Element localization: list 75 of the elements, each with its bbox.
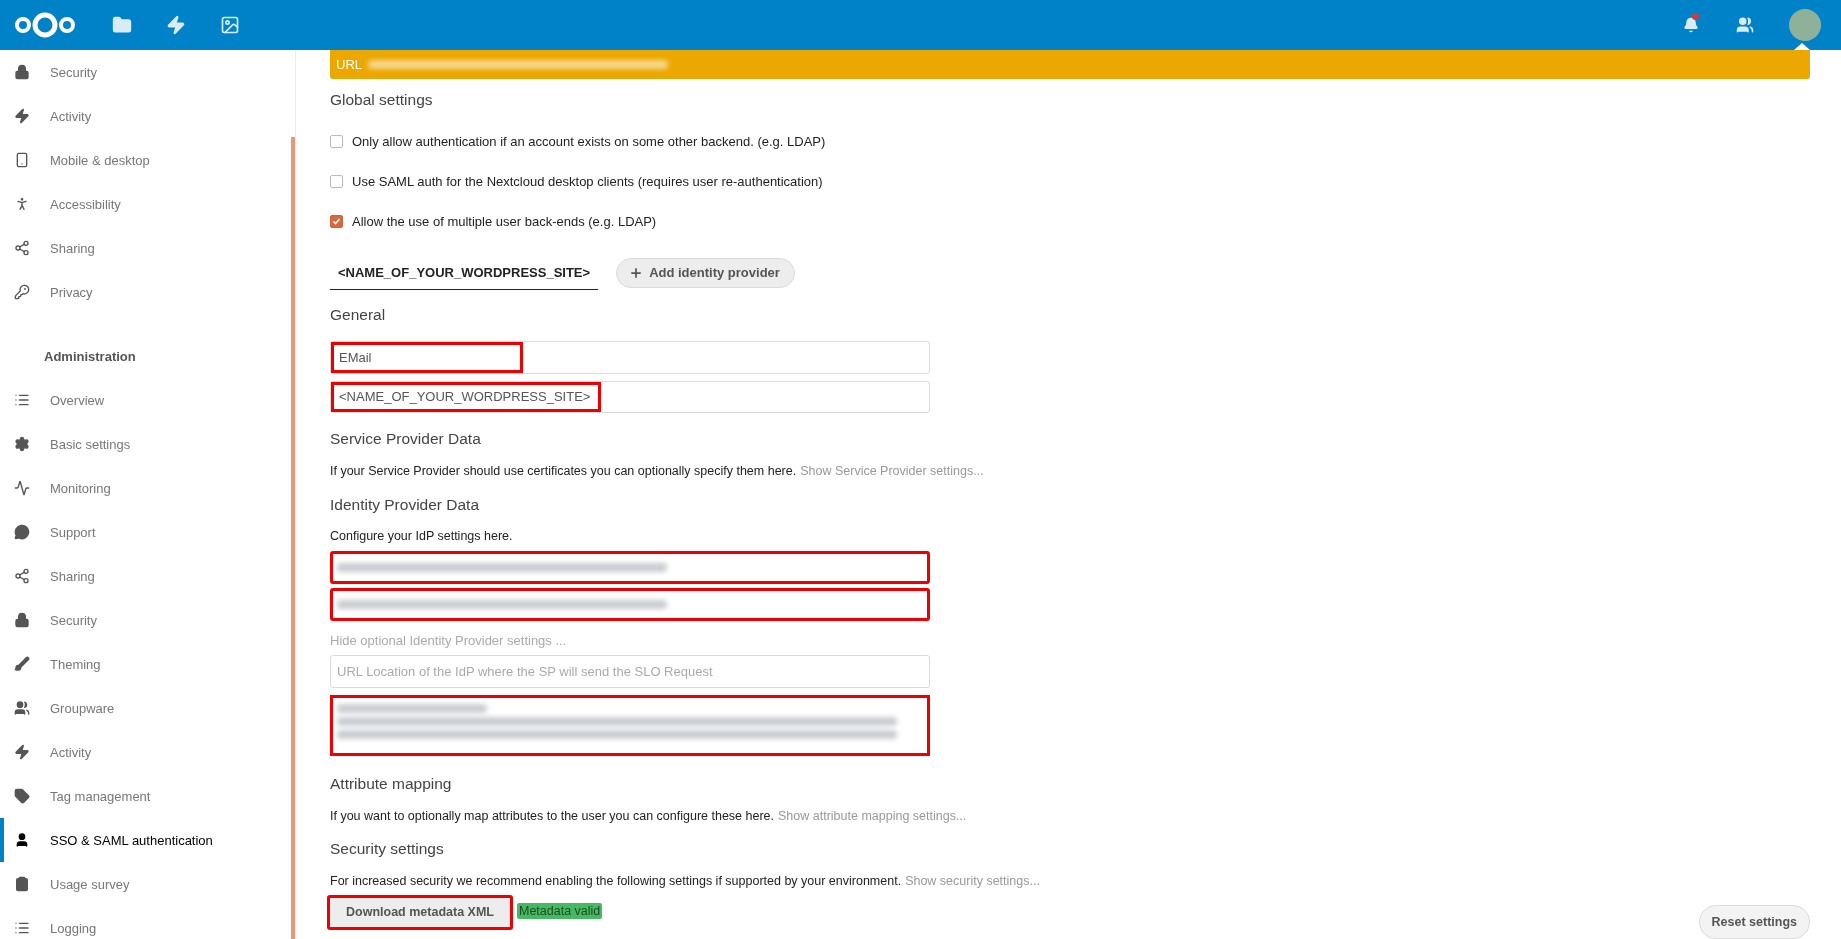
sidebar-item[interactable]: Theming [0,642,295,686]
checkbox[interactable] [330,175,343,189]
checkbox[interactable] [330,215,343,229]
sidebar-item[interactable]: Groupware [0,686,295,730]
check-icon [332,217,341,227]
key-icon [14,284,30,300]
clipboard-icon [14,876,30,892]
share-icon [14,240,30,256]
section-heading: Identity Provider Data [330,496,480,515]
speech-bubble-icon [14,524,30,540]
tag-icon [14,788,30,804]
checkbox[interactable] [330,135,343,149]
sidebar-item[interactable]: Overview [0,378,295,422]
sidebar-item[interactable]: Support [0,510,295,554]
text-area[interactable] [330,694,930,757]
checkbox-label: Only allow authentication if an account exists on some other backend. (e.g. LDAP) [352,134,826,150]
scroll-bar[interactable] [291,137,295,939]
sidebar-item[interactable]: Activity [0,94,295,138]
checkbox-label: Allow the use of multiple user back-ends (e.g. LDAP) [352,214,657,230]
input-field[interactable]: EMail [330,340,930,374]
logo[interactable] [14,11,76,39]
add-provider-button[interactable]: Add identity provider [616,257,795,288]
status-badge: Metadata valid [517,903,603,919]
sidebar-item[interactable]: Security [0,598,295,642]
description-text: If your Service Provider should use certificates you can optionally specify them here. Show Service Provider settings... [330,463,985,481]
sidebar-item[interactable]: Tag management [0,774,295,818]
settings-icon [14,436,30,452]
toggle-settings-link[interactable]: Hide optional Identity Provider settings ... [330,630,1810,651]
list-icon [14,920,30,936]
sidebar-item[interactable]: Monitoring [0,466,295,510]
sidebar-heading: Administration [43,348,136,364]
lightning-icon [14,744,30,760]
input-field[interactable] [330,587,930,621]
input-field[interactable]: URL Location of the IdP where the SP will send the SLO Request [330,654,930,688]
description-text: For increased security we recommend enabling the following settings if supported by your environment. Show security settings... [330,873,1041,890]
avatar[interactable] [1789,9,1821,41]
sidebar-item[interactable]: Accessibility [0,182,295,226]
section-heading: General [330,305,386,324]
input-field[interactable]: <NAME_OF_YOUR_WORDPRESS_SITE> [330,380,930,414]
checkbox-label: Use SAML auth for the Nextcloud desktop clients (requires user re-authentication) [352,174,823,190]
sidebar-item[interactable]: Activity [0,730,295,774]
section-heading: Global settings [330,90,433,109]
description-text: If you want to optionally map attributes to the user you can configure these here. Show attribute mapping settings... [330,808,968,826]
sidebar-item[interactable]: Sharing [0,226,295,270]
input-field[interactable] [330,551,930,584]
lock-icon [14,64,30,80]
pulse-icon [14,480,30,496]
download-metadata-button[interactable]: Download metadata XML [327,895,513,930]
show-settings-link[interactable]: Show attribute mapping settings... [778,809,967,824]
person-icon [14,196,30,212]
people-icon [14,700,30,716]
sidebar-item[interactable]: Privacy [0,270,295,314]
sidebar-item[interactable]: Security [0,50,295,94]
section-heading: Service Provider Data [330,430,481,449]
sidebar-item[interactable]: Usage survey [0,862,295,906]
banner-label: URL [336,56,362,72]
lightning-icon [14,108,30,124]
share-icon [14,568,30,584]
section-heading: Security settings [330,840,444,859]
sidebar-item[interactable]: Sharing [0,554,295,598]
show-settings-link[interactable]: Show security settings... [905,874,1040,888]
lock-icon [14,612,30,628]
phone-icon [14,152,30,168]
list-icon [14,392,30,408]
sidebar-item[interactable]: Logging [0,906,295,939]
user-icon [14,832,30,848]
show-settings-link[interactable]: Show Service Provider settings... [800,464,984,479]
provider-tab[interactable]: <NAME_OF_YOUR_WORDPRESS_SITE> [330,255,599,290]
sidebar-item[interactable]: Basic settings [0,422,295,466]
sidebar-item[interactable]: Mobile & desktop [0,138,295,182]
plus-icon [629,265,644,280]
brush-icon [14,656,30,672]
section-heading: Attribute mapping [330,775,452,794]
description-text: Configure your IdP settings here. [330,528,514,545]
reset-settings-button[interactable]: Reset settings [1698,905,1810,939]
